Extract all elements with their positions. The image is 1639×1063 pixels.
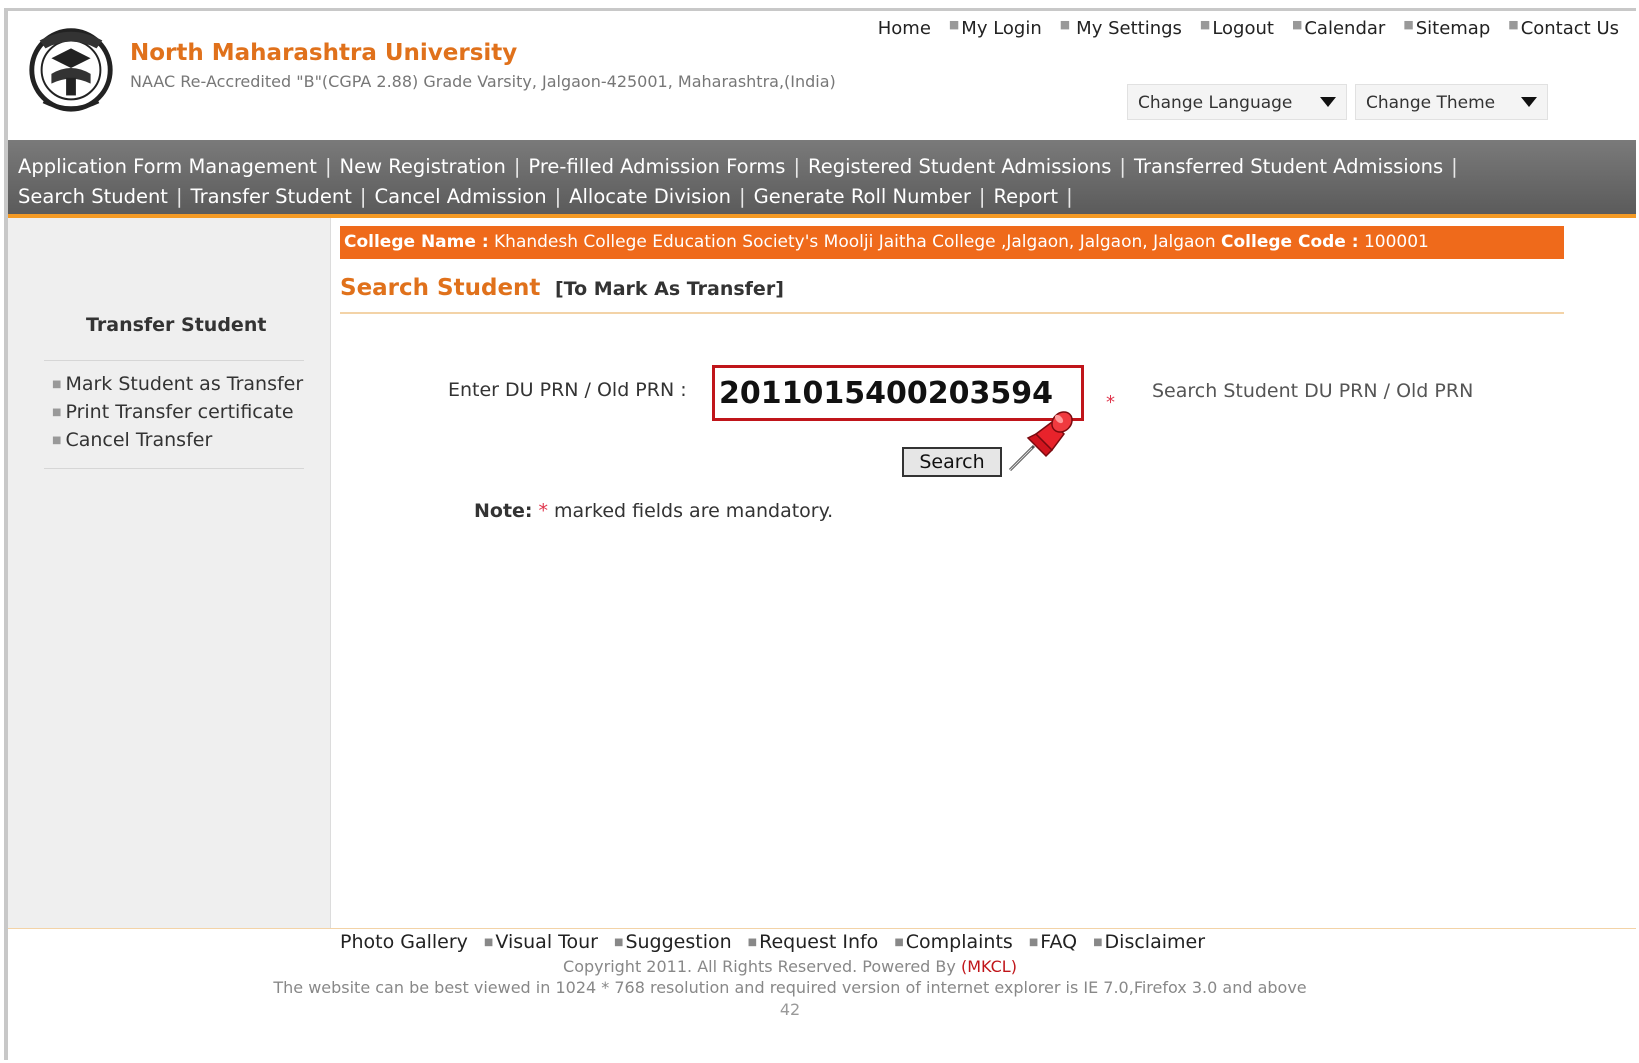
bullet-icon: ■	[1291, 18, 1303, 31]
bullet-icon: ■	[52, 379, 62, 390]
note-text: marked fields are mandatory.	[554, 500, 834, 522]
menu-search-student[interactable]: Search Student	[18, 185, 168, 208]
top-link-sitemap[interactable]: Sitemap	[1416, 18, 1491, 39]
college-name-label: College Name :	[344, 232, 489, 252]
copyright: Copyright 2011. All Rights Reserved. Pow…	[0, 957, 1580, 976]
college-code-label: College Code :	[1221, 232, 1359, 252]
menu-application-form-management[interactable]: Application Form Management	[18, 155, 317, 178]
top-link-my-login[interactable]: My Login	[961, 18, 1041, 39]
top-link-my-settings[interactable]: My Settings	[1076, 18, 1182, 39]
menu-row-2: Search Student | Transfer Student | Cancel A…	[18, 185, 1073, 208]
page-title: Search Student	[340, 275, 541, 301]
bullet-icon: ■	[483, 937, 494, 948]
bullet-icon: ■	[1059, 18, 1071, 31]
footer-link-disclaimer[interactable]: Disclaimer	[1105, 931, 1205, 953]
menu-registered-student-admissions[interactable]: Registered Student Admissions	[808, 155, 1111, 178]
menu-report[interactable]: Report	[993, 185, 1058, 208]
menu-prefilled-admission-forms[interactable]: Pre-filled Admission Forms	[528, 155, 785, 178]
page-number: 42	[779, 1000, 801, 1019]
note-label: Note:	[474, 500, 533, 522]
note-star: *	[538, 500, 549, 522]
footer-link-photo-gallery[interactable]: Photo Gallery	[340, 931, 468, 953]
sidebar-item-print-transfer-certificate[interactable]: ■ Print Transfer certificate	[52, 401, 294, 423]
college-code-value: 100001	[1363, 232, 1429, 252]
footer-link-faq[interactable]: FAQ	[1040, 931, 1077, 953]
top-link-contact-us[interactable]: Contact Us	[1521, 18, 1619, 39]
bullet-icon: ■	[52, 435, 62, 446]
bullet-icon: ■	[614, 937, 624, 948]
required-marker: *	[1106, 392, 1115, 413]
change-language-label: Change Language	[1138, 93, 1293, 113]
main-menu: Application Form Management | New Registra…	[8, 140, 1636, 214]
page-subtitle: [To Mark As Transfer]	[555, 278, 784, 300]
menu-row-1: Application Form Management | New Registra…	[18, 155, 1458, 178]
menu-cancel-admission[interactable]: Cancel Admission	[375, 185, 547, 208]
bullet-icon: ■	[1508, 18, 1519, 31]
prn-label: Enter DU PRN / Old PRN :	[448, 379, 687, 401]
college-name-value: Khandesh College Education Society's Moo…	[494, 232, 1216, 252]
change-theme-select[interactable]: Change Theme	[1355, 84, 1548, 120]
sidebar-divider	[44, 468, 304, 469]
prn-hint: Search Student DU PRN / Old PRN	[1152, 380, 1474, 402]
university-subtitle: NAAC Re-Accredited "B"(CGPA 2.88) Grade …	[130, 72, 836, 91]
footer-divider	[8, 928, 1636, 929]
mandatory-note: Note: * marked fields are mandatory.	[474, 500, 833, 522]
top-link-calendar[interactable]: Calendar	[1304, 18, 1385, 39]
top-links: Home ■ My Login ■ My Settings ■ Logout ■ Cal…	[860, 18, 1619, 39]
menu-allocate-division[interactable]: Allocate Division	[569, 185, 731, 208]
footer-links: Photo Gallery ■ Visual Tour ■ Suggestion ■ Req…	[340, 931, 1205, 953]
top-link-logout[interactable]: Logout	[1212, 18, 1274, 39]
footer-link-request-info[interactable]: Request Info	[759, 931, 878, 953]
change-theme-label: Change Theme	[1366, 93, 1496, 113]
bullet-icon: ■	[52, 407, 62, 418]
footer-link-complaints[interactable]: Complaints	[906, 931, 1013, 953]
top-link-home[interactable]: Home	[878, 18, 931, 39]
bullet-icon: ■	[1093, 937, 1103, 948]
title-divider	[340, 312, 1564, 314]
pushpin-icon	[1008, 411, 1073, 472]
university-name: North Maharashtra University	[130, 40, 518, 66]
bullet-icon: ■	[1199, 18, 1211, 31]
bullet-icon: ■	[1028, 937, 1039, 948]
sidebar-divider	[44, 360, 304, 361]
sidebar-item-mark-student-as-transfer[interactable]: ■ Mark Student as Transfer	[52, 373, 303, 395]
footer-link-visual-tour[interactable]: Visual Tour	[495, 931, 598, 953]
resolution-note: The website can be best viewed in 1024 *…	[273, 978, 1307, 997]
university-seal-logo	[29, 28, 113, 112]
college-info-bar: College Name : Khandesh College Educatio…	[340, 226, 1564, 259]
sidebar-item-cancel-transfer[interactable]: ■ Cancel Transfer	[52, 429, 212, 451]
bullet-icon: ■	[747, 937, 758, 948]
change-language-select[interactable]: Change Language	[1127, 84, 1347, 120]
sidebar: Transfer Student ■ Mark Student as Transf…	[8, 218, 331, 928]
search-button[interactable]: Search	[902, 447, 1002, 477]
dropdown-caret-icon	[1320, 97, 1336, 107]
menu-transferred-student-admissions[interactable]: Transferred Student Admissions	[1134, 155, 1443, 178]
menu-transfer-student[interactable]: Transfer Student	[191, 185, 352, 208]
bullet-icon: ■	[894, 937, 904, 948]
sidebar-title: Transfer Student	[86, 314, 267, 336]
dropdown-caret-icon	[1521, 97, 1537, 107]
copyright-text: Copyright 2011. All Rights Reserved. Pow…	[563, 957, 956, 976]
menu-generate-roll-number[interactable]: Generate Roll Number	[754, 185, 971, 208]
menu-new-registration[interactable]: New Registration	[340, 155, 506, 178]
bullet-icon: ■	[1403, 18, 1414, 31]
footer-link-suggestion[interactable]: Suggestion	[625, 931, 731, 953]
mkcl-link[interactable]: (MKCL)	[961, 957, 1017, 976]
bullet-icon: ■	[948, 18, 960, 31]
